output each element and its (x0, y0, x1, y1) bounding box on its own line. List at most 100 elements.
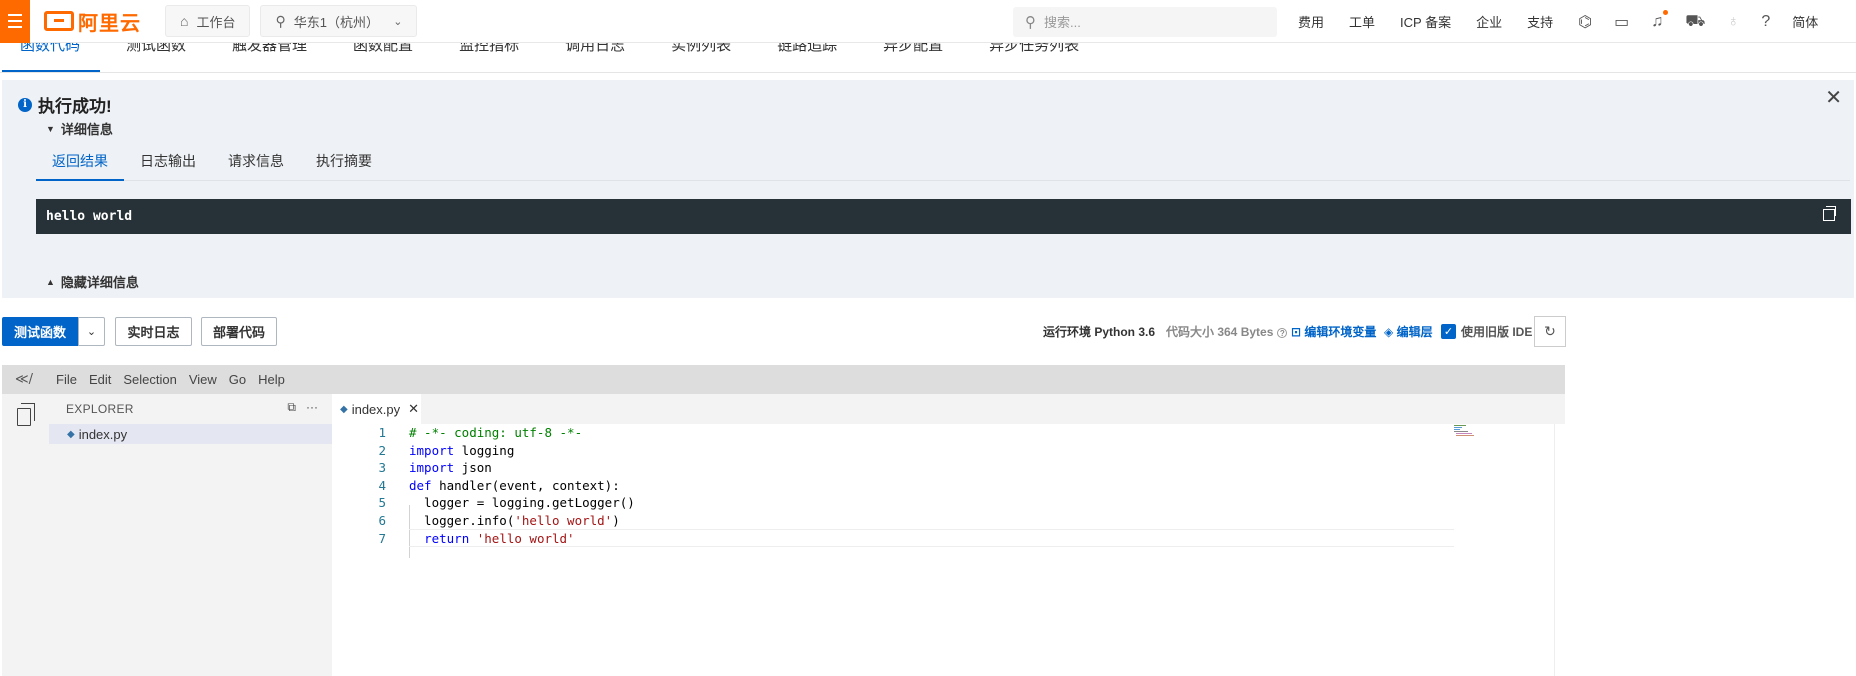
deploy-code-button[interactable]: 部署代码 (201, 317, 277, 346)
function-subtabs: 函数代码 测试函数 触发器管理 函数配置 监控指标 调用日志 实例列表 链路追踪… (0, 43, 1856, 73)
python-file-icon: ◆ (67, 428, 75, 440)
nav-link-fees[interactable]: 费用 (1298, 12, 1324, 31)
menu-edit[interactable]: Edit (89, 372, 111, 387)
bell-icon[interactable]: ♫ (1651, 9, 1669, 31)
help-circle-icon[interactable]: ? (1277, 327, 1288, 338)
search-box[interactable]: ⚲ (1013, 7, 1277, 37)
workbench-button[interactable]: ⌂ 工作台 (165, 5, 251, 37)
file-tree-item[interactable]: ◆ index.py (49, 424, 332, 444)
code-editor[interactable]: ◆ index.py ✕ 1 # -*- coding: utf-8 -*- 2 i… (332, 394, 1565, 676)
hide-details-toggle[interactable]: ▲ 隐藏详细信息 (46, 272, 139, 291)
menu-file[interactable]: File (56, 372, 77, 387)
explorer-files-icon[interactable] (17, 403, 35, 426)
edit-layer-label: 编辑层 (1396, 325, 1433, 339)
nav-link-icp[interactable]: ICP 备案 (1400, 12, 1451, 31)
search-icon: ⚲ (1025, 14, 1036, 31)
aliyun-logo[interactable]: 阿里云 (44, 0, 141, 43)
menu-view[interactable]: View (189, 372, 217, 387)
edit-layer-link[interactable]: ◈ 编辑层 (1384, 323, 1433, 340)
menu-icon[interactable] (0, 0, 30, 43)
code-size-label: 代码大小 364 Bytes? (1166, 323, 1288, 340)
tab-tracing[interactable]: 链路追踪 (777, 43, 837, 55)
minimap-preview (1454, 425, 1474, 436)
more-actions-icon[interactable]: ··· (306, 400, 318, 415)
tab-invocation-logs[interactable]: 调用日志 (565, 43, 625, 55)
runtime-label: 运行环境 Python 3.6 (1043, 325, 1156, 339)
location-pin-icon: ⚲ (275, 12, 286, 29)
explorer-sidebar: EXPLORER ⧉ ··· ◆ index.py (49, 394, 332, 676)
terminal-icon[interactable]: ▭ (1614, 12, 1629, 32)
ide-menubar: ≪/ File Edit Selection View Go Help (2, 365, 1565, 394)
code-text: logger.info( (409, 512, 515, 528)
tab-async-tasks[interactable]: 异步任务列表 (989, 43, 1079, 55)
edit-env-label: 编辑环境变量 (1304, 325, 1377, 339)
triangle-up-icon: ▲ (46, 276, 55, 287)
lightbulb-icon[interactable]: ♁ (1727, 13, 1739, 31)
refresh-icon: ↻ (1544, 323, 1556, 339)
search-input[interactable] (1044, 14, 1244, 30)
minimap[interactable] (1454, 424, 1478, 436)
code-text: logging (454, 442, 515, 458)
tab-return-result[interactable]: 返回结果 (36, 150, 124, 181)
code-string: 'hello world' (514, 512, 613, 528)
refresh-button[interactable]: ↻ (1534, 316, 1566, 347)
tab-metrics[interactable]: 监控指标 (459, 43, 519, 55)
test-function-button[interactable]: 测试函数 (2, 317, 78, 346)
code-line: 2 import logging (332, 442, 1565, 460)
menu-help[interactable]: Help (258, 372, 285, 387)
collapse-all-icon[interactable]: ⧉ (287, 400, 296, 415)
tab-triggers[interactable]: 触发器管理 (232, 43, 307, 55)
line-number: 6 (378, 512, 386, 528)
tab-execution-summary[interactable]: 执行摘要 (300, 150, 388, 181)
details-toggle[interactable]: ▼ 详细信息 (46, 119, 113, 138)
info-icon: i (18, 97, 32, 112)
cart-icon[interactable]: ⛟ (1685, 12, 1705, 32)
menu-go[interactable]: Go (229, 372, 246, 387)
tab-request-info[interactable]: 请求信息 (212, 150, 300, 181)
line-number: 4 (378, 477, 386, 493)
nav-link-tickets[interactable]: 工单 (1349, 12, 1375, 31)
tab-test-function[interactable]: 测试函数 (126, 43, 186, 55)
edit-env-link[interactable]: ⊡ 编辑环境变量 (1291, 323, 1376, 340)
close-tab-icon[interactable]: ✕ (408, 401, 419, 417)
chevron-down-icon: ⌄ (393, 15, 403, 28)
region-selector[interactable]: ⚲ 华东1（杭州） ⌄ (260, 5, 418, 37)
menu-selection[interactable]: Selection (123, 372, 176, 387)
logo-mark (44, 11, 74, 31)
close-icon[interactable]: ✕ (1825, 88, 1842, 108)
code-text: ) (612, 512, 620, 528)
legacy-ide-label: 使用旧版 IDE (1461, 325, 1533, 339)
code-comment: # -*- coding: utf-8 -*- (409, 425, 583, 440)
code-size-text: 代码大小 364 Bytes (1166, 325, 1274, 339)
tab-function-config[interactable]: 函数配置 (353, 43, 413, 55)
top-navbar: 阿里云 ⌂ 工作台 ⚲ 华东1（杭州） ⌄ ⚲ 费用 工单 ICP 备案 企业 … (0, 0, 1856, 43)
language-switch[interactable]: 简体 (1792, 12, 1818, 31)
nav-link-enterprise[interactable]: 企业 (1476, 12, 1502, 31)
current-line-highlight (409, 529, 1454, 547)
nav-link-support[interactable]: 支持 (1527, 12, 1553, 31)
api-icon[interactable]: ⌬ (1578, 12, 1592, 32)
region-label: 华东1（杭州） (293, 14, 379, 30)
code-text: logger = logging.getLogger() (409, 495, 635, 511)
python-file-icon: ◆ (340, 403, 348, 415)
code-line: 4 def handler(event, context): (332, 477, 1565, 495)
code-line: 3 import json (332, 459, 1565, 477)
tab-function-code[interactable]: 函数代码 (20, 43, 80, 55)
editor-tab-index-py[interactable]: ◆ index.py ✕ (332, 394, 421, 424)
active-tab-indicator (2, 70, 100, 72)
layers-icon: ◈ (1384, 325, 1397, 339)
tab-instances[interactable]: 实例列表 (671, 43, 731, 55)
code-keyword: import (409, 442, 455, 458)
result-output-text: hello world (46, 209, 133, 224)
realtime-log-button[interactable]: 实时日志 (115, 317, 192, 346)
result-tabs: 返回结果 日志输出 请求信息 执行摘要 (36, 150, 1850, 181)
editor-scrollbar[interactable] (1554, 424, 1565, 676)
copy-icon[interactable] (1823, 206, 1836, 221)
explorer-actions: ⧉ ··· (287, 400, 318, 415)
legacy-ide-checkbox[interactable]: ✓ 使用旧版 IDE (1441, 323, 1532, 340)
web-ide: ≪/ File Edit Selection View Go Help EXPL… (2, 365, 1565, 676)
help-icon[interactable]: ? (1761, 13, 1770, 31)
tab-log-output[interactable]: 日志输出 (124, 150, 212, 181)
tab-async-config[interactable]: 异步配置 (883, 43, 943, 55)
test-options-dropdown[interactable]: ⌄ (78, 317, 105, 346)
